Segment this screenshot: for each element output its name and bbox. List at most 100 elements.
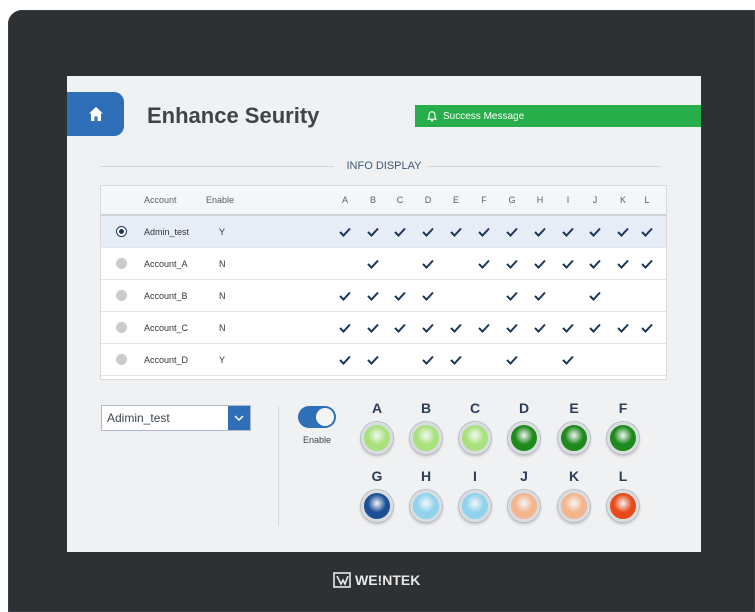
check-icon (420, 280, 436, 311)
lamp-label-c: C (469, 400, 481, 416)
header-letter-g: G (508, 195, 516, 205)
indicator-lamp-d (508, 422, 540, 454)
check-icon (365, 344, 381, 375)
table-row[interactable]: Account_D Y (101, 344, 666, 376)
account-name: Account_C (144, 322, 189, 333)
header-letter-f: F (481, 195, 487, 205)
check-icon (365, 248, 381, 279)
indicator-lamp-e (558, 422, 590, 454)
check-icon (532, 312, 548, 343)
lamp-label-g: G (371, 468, 383, 484)
indicator-lamp-g (361, 490, 393, 522)
check-icon (504, 344, 520, 375)
lamp-label-d: D (518, 400, 530, 416)
brand-name: WE!NTEK (355, 572, 421, 588)
header-letter-k: K (619, 195, 626, 205)
check-icon (392, 312, 408, 343)
header-letter-a: A (341, 195, 348, 205)
check-icon (587, 312, 603, 343)
table-row[interactable]: Account_B N (101, 280, 666, 312)
indicator-lamp-i (459, 490, 491, 522)
header-letter-d: D (424, 195, 432, 205)
indicator-lamp-c (459, 422, 491, 454)
row-radio[interactable] (116, 258, 127, 269)
enable-value: N (219, 322, 226, 333)
account-dropdown[interactable]: Adimin_test (101, 405, 251, 431)
enable-value: Y (219, 354, 226, 365)
home-icon (88, 107, 103, 121)
enable-value: N (219, 290, 226, 301)
header-letter-c: C (396, 195, 404, 205)
header-enable: Enable (206, 195, 235, 205)
check-icon (560, 248, 576, 279)
check-icon (504, 312, 520, 343)
check-icon (615, 312, 631, 343)
row-radio[interactable] (116, 290, 127, 301)
check-icon (639, 248, 655, 279)
page-title: Enhance Seurity (147, 103, 320, 128)
check-icon (615, 248, 631, 279)
table-row[interactable]: Account_C N (101, 312, 666, 344)
enable-value: Y (219, 226, 226, 237)
check-icon (337, 216, 353, 247)
check-icon (420, 248, 436, 279)
check-icon (532, 216, 548, 247)
check-icon (560, 344, 576, 375)
check-icon (639, 312, 655, 343)
hmi-screen: Enhance Seurity Success Message INFO DIS… (67, 76, 701, 552)
check-icon (365, 216, 381, 247)
table-row[interactable]: Account_A N (101, 248, 666, 280)
table-row[interactable]: Admin_test Y (101, 216, 666, 248)
check-icon (392, 280, 408, 311)
check-icon (476, 216, 492, 247)
success-banner: Success Message (415, 105, 701, 127)
lamp-label-i: I (473, 468, 477, 484)
bell-icon (427, 110, 437, 122)
dropdown-value: Adimin_test (107, 411, 170, 425)
check-icon (420, 344, 436, 375)
enable-toggle[interactable] (298, 406, 336, 428)
account-name: Account_B (144, 290, 188, 301)
indicator-lamp-k (558, 490, 590, 522)
lamp-label-k: K (568, 468, 580, 484)
check-icon (448, 312, 464, 343)
row-radio[interactable] (116, 322, 127, 333)
header-letter-i: I (566, 195, 570, 205)
header-account: Account (144, 195, 177, 205)
account-name: Admin_test (144, 226, 190, 237)
enable-value: N (219, 258, 226, 269)
check-icon (337, 344, 353, 375)
check-icon (337, 312, 353, 343)
indicator-lamp-j (508, 490, 540, 522)
controls-divider (278, 406, 279, 526)
check-icon (504, 280, 520, 311)
header-letter-b: B (369, 195, 376, 205)
check-icon (532, 280, 548, 311)
info-table: Account Enable ABCDEFGHIJKL Admin_test Y A… (100, 185, 667, 380)
row-radio[interactable] (116, 354, 127, 365)
home-button[interactable] (67, 92, 124, 136)
table-header: Account Enable A B C D E F G H I J K L (101, 186, 666, 216)
indicator-lamp-l (607, 490, 639, 522)
check-icon (365, 312, 381, 343)
success-message-text: Success Message (443, 110, 525, 122)
check-icon (392, 216, 408, 247)
lamp-label-b: B (420, 400, 432, 416)
check-icon (448, 344, 464, 375)
chevron-down-icon[interactable] (228, 406, 250, 430)
indicator-lamp-b (410, 422, 442, 454)
row-radio[interactable] (116, 226, 127, 237)
indicator-lamp-a (361, 422, 393, 454)
check-icon (448, 216, 464, 247)
check-icon (420, 312, 436, 343)
check-icon (337, 280, 353, 311)
lamp-label-l: L (618, 468, 628, 484)
brand-logo: WE!NTEK (333, 570, 443, 590)
check-icon (560, 216, 576, 247)
check-icon (587, 248, 603, 279)
header-letter-l: L (644, 195, 650, 205)
header-letter-h: H (536, 195, 544, 205)
check-icon (587, 216, 603, 247)
account-name: Account_A (144, 258, 188, 269)
check-icon (587, 280, 603, 311)
